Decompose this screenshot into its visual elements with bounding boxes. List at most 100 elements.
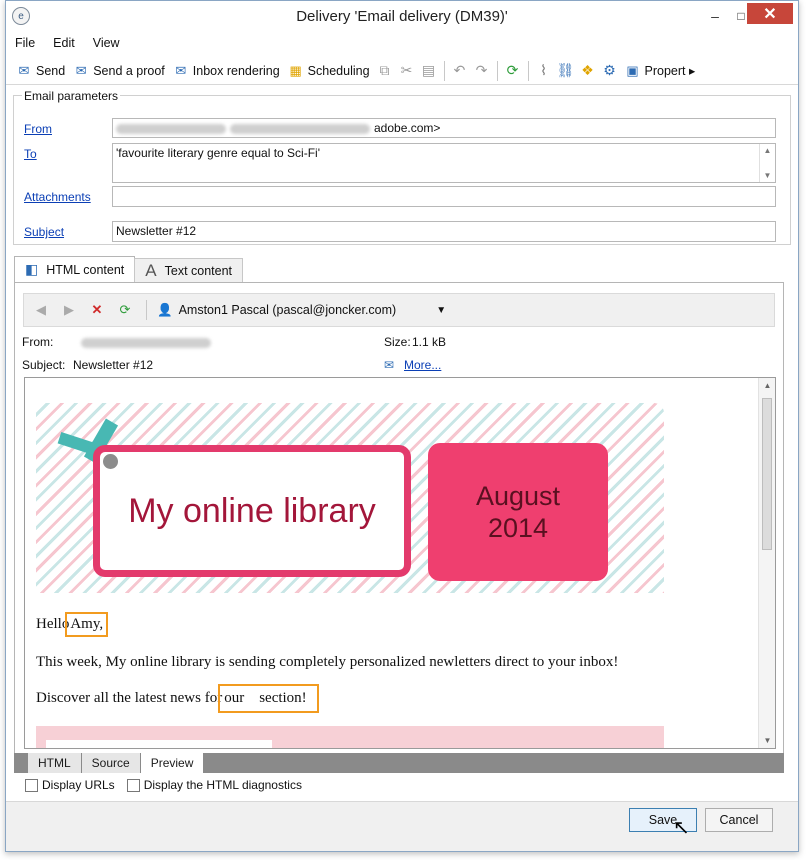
display-urls-label: Display URLs — [42, 778, 115, 792]
menu-edit[interactable]: Edit — [44, 36, 84, 50]
from-label[interactable]: From — [24, 122, 52, 136]
recipient-selector[interactable]: 👤 Amston1 Pascal (pascal@joncker.com) ▼ — [157, 303, 446, 318]
newsletter-banner: My online library August 2014 — [36, 403, 664, 593]
attachments-field[interactable] — [112, 186, 776, 207]
redo-icon[interactable]: ↷ — [471, 60, 493, 82]
dialog-footer: Save Cancel ↖ — [6, 801, 798, 851]
minimize-button[interactable]: – — [702, 6, 728, 26]
banner-title: My online library — [128, 491, 376, 530]
attachments-label[interactable]: Attachments — [24, 190, 91, 204]
copy-icon[interactable]: ⧉ — [374, 60, 396, 82]
display-options: Display URLs Display the HTML diagnostic… — [25, 778, 302, 792]
tab-source[interactable]: Source — [81, 753, 141, 773]
refresh-icon[interactable]: ⟳ — [502, 60, 524, 82]
blurred-text — [116, 123, 226, 134]
send-button[interactable]: ✉ Send — [12, 59, 69, 83]
to-field-scrollbar[interactable]: ▲ ▼ — [759, 144, 775, 182]
email-preview-frame: My online library August 2014 HelloAmy, … — [24, 377, 776, 749]
send-proof-button[interactable]: ✉ Send a proof — [69, 59, 169, 83]
mouse-cursor-icon: ↖ — [673, 817, 690, 839]
email-scrollbar[interactable]: ▲ ▼ — [758, 378, 775, 748]
toolbar-separator — [146, 300, 147, 320]
banner-date-box: August 2014 — [428, 443, 608, 581]
intro-line: This week, My online library is sending … — [36, 654, 619, 670]
gift-icon[interactable]: ❖ — [577, 60, 599, 82]
banner-date: August 2014 — [475, 481, 561, 543]
properties-icon: ▣ — [626, 63, 639, 78]
back-arrow-icon[interactable]: ◀ — [30, 299, 52, 321]
preview-subject-label: Subject: — [22, 358, 66, 372]
toolbar-separator — [443, 60, 445, 81]
menu-view[interactable]: View — [84, 36, 129, 50]
size-label: Size: — [384, 335, 411, 349]
personalization-field-section[interactable]: our section! — [218, 684, 319, 713]
main-toolbar: ✉ Send ✉ Send a proof ✉ Inbox rendering … — [6, 57, 798, 85]
text-a-icon: A — [145, 260, 157, 280]
from-field[interactable]: adobe.com> — [112, 118, 776, 138]
delete-icon[interactable]: ✕ — [86, 299, 108, 321]
html-content-icon: ◧ — [25, 261, 39, 277]
title-bar: e Delivery 'Email delivery (DM39)' – □ ✕ — [6, 1, 798, 33]
more-link[interactable]: More... — [404, 358, 441, 372]
envelope-icon: ✉ — [384, 358, 395, 372]
email-parameters-section: Email parameters From adobe.com> To 'fav… — [13, 89, 791, 245]
toolbar-separator — [527, 60, 529, 81]
cut-icon[interactable]: ✂ — [396, 60, 418, 82]
blurred-text — [230, 123, 370, 134]
section-title: Email parameters — [22, 89, 121, 103]
preview-toolbar: ◀ ▶ ✕ ⟳ 👤 Amston1 Pascal (pascal@joncker… — [23, 293, 775, 327]
display-diagnostics-checkbox[interactable] — [126, 778, 140, 792]
delivery-window: e Delivery 'Email delivery (DM39)' – □ ✕… — [5, 0, 799, 852]
subject-label[interactable]: Subject — [24, 225, 64, 239]
preview-subject-value: Newsletter #12 — [73, 358, 154, 372]
content-block-inner — [46, 740, 272, 748]
html-content-panel: ◀ ▶ ✕ ⟳ 👤 Amston1 Pascal (pascal@joncker… — [14, 282, 784, 772]
personalization-field-name[interactable]: Amy, — [65, 612, 109, 637]
size-value: 1.1 kB — [412, 335, 447, 349]
menu-bar: File Edit View — [6, 33, 798, 53]
pin-decoration — [103, 454, 118, 469]
blurred-text — [81, 337, 211, 348]
to-field[interactable]: 'favourite literary genre equal to Sci-F… — [112, 143, 776, 183]
attachment-icon[interactable]: ⌇ — [533, 60, 555, 82]
properties-button[interactable]: ▣ Propert ▸ — [621, 59, 700, 83]
refresh-icon[interactable]: ⟳ — [114, 299, 136, 321]
user-icon: 👤 — [157, 302, 173, 317]
calendar-icon: ▦ — [289, 63, 302, 78]
inbox-rendering-icon: ✉ — [175, 63, 187, 78]
close-button[interactable]: ✕ — [747, 3, 793, 24]
envelope-icon: ✉ — [18, 63, 30, 78]
view-mode-tabs: HTML Source Preview — [14, 753, 784, 773]
tab-preview[interactable]: Preview — [140, 753, 205, 773]
preview-from-value — [81, 335, 215, 349]
envelope-check-icon: ✉ — [75, 63, 87, 78]
scheduling-button[interactable]: ▦ Scheduling — [284, 59, 374, 83]
toolbar-separator — [496, 60, 498, 81]
content-block — [36, 726, 664, 748]
window-title: Delivery 'Email delivery (DM39)' — [296, 8, 508, 25]
banner-title-box: My online library — [93, 445, 411, 577]
tab-text-content[interactable]: A Text content — [134, 258, 244, 282]
greeting-line: HelloAmy, — [36, 612, 109, 637]
preview-from-label: From: — [22, 335, 54, 349]
inbox-rendering-button[interactable]: ✉ Inbox rendering — [169, 59, 284, 83]
link-icon[interactable]: ⛓ — [555, 60, 577, 82]
tab-html[interactable]: HTML — [28, 753, 82, 773]
cancel-button[interactable]: Cancel — [705, 808, 773, 832]
undo-icon[interactable]: ↶ — [449, 60, 471, 82]
scrollbar-thumb[interactable] — [762, 398, 772, 550]
chevron-down-icon: ▼ — [436, 304, 447, 316]
subject-field[interactable]: Newsletter #12 — [112, 221, 776, 242]
discover-line: Discover all the latest news for our sect… — [36, 684, 319, 713]
display-diagnostics-label: Display the HTML diagnostics — [143, 778, 302, 792]
content-tabs: ◧ HTML content A Text content — [14, 256, 784, 282]
to-label[interactable]: To — [24, 147, 37, 161]
scroll-down-icon[interactable]: ▼ — [759, 736, 775, 745]
scroll-up-icon[interactable]: ▲ — [759, 381, 775, 390]
menu-file[interactable]: File — [6, 36, 44, 50]
forward-arrow-icon[interactable]: ▶ — [58, 299, 80, 321]
display-urls-checkbox[interactable] — [25, 778, 38, 792]
paste-icon[interactable]: ▤ — [418, 60, 440, 82]
settings-clock-icon[interactable]: ⚙ — [599, 60, 621, 82]
tab-html-content[interactable]: ◧ HTML content — [14, 256, 136, 282]
